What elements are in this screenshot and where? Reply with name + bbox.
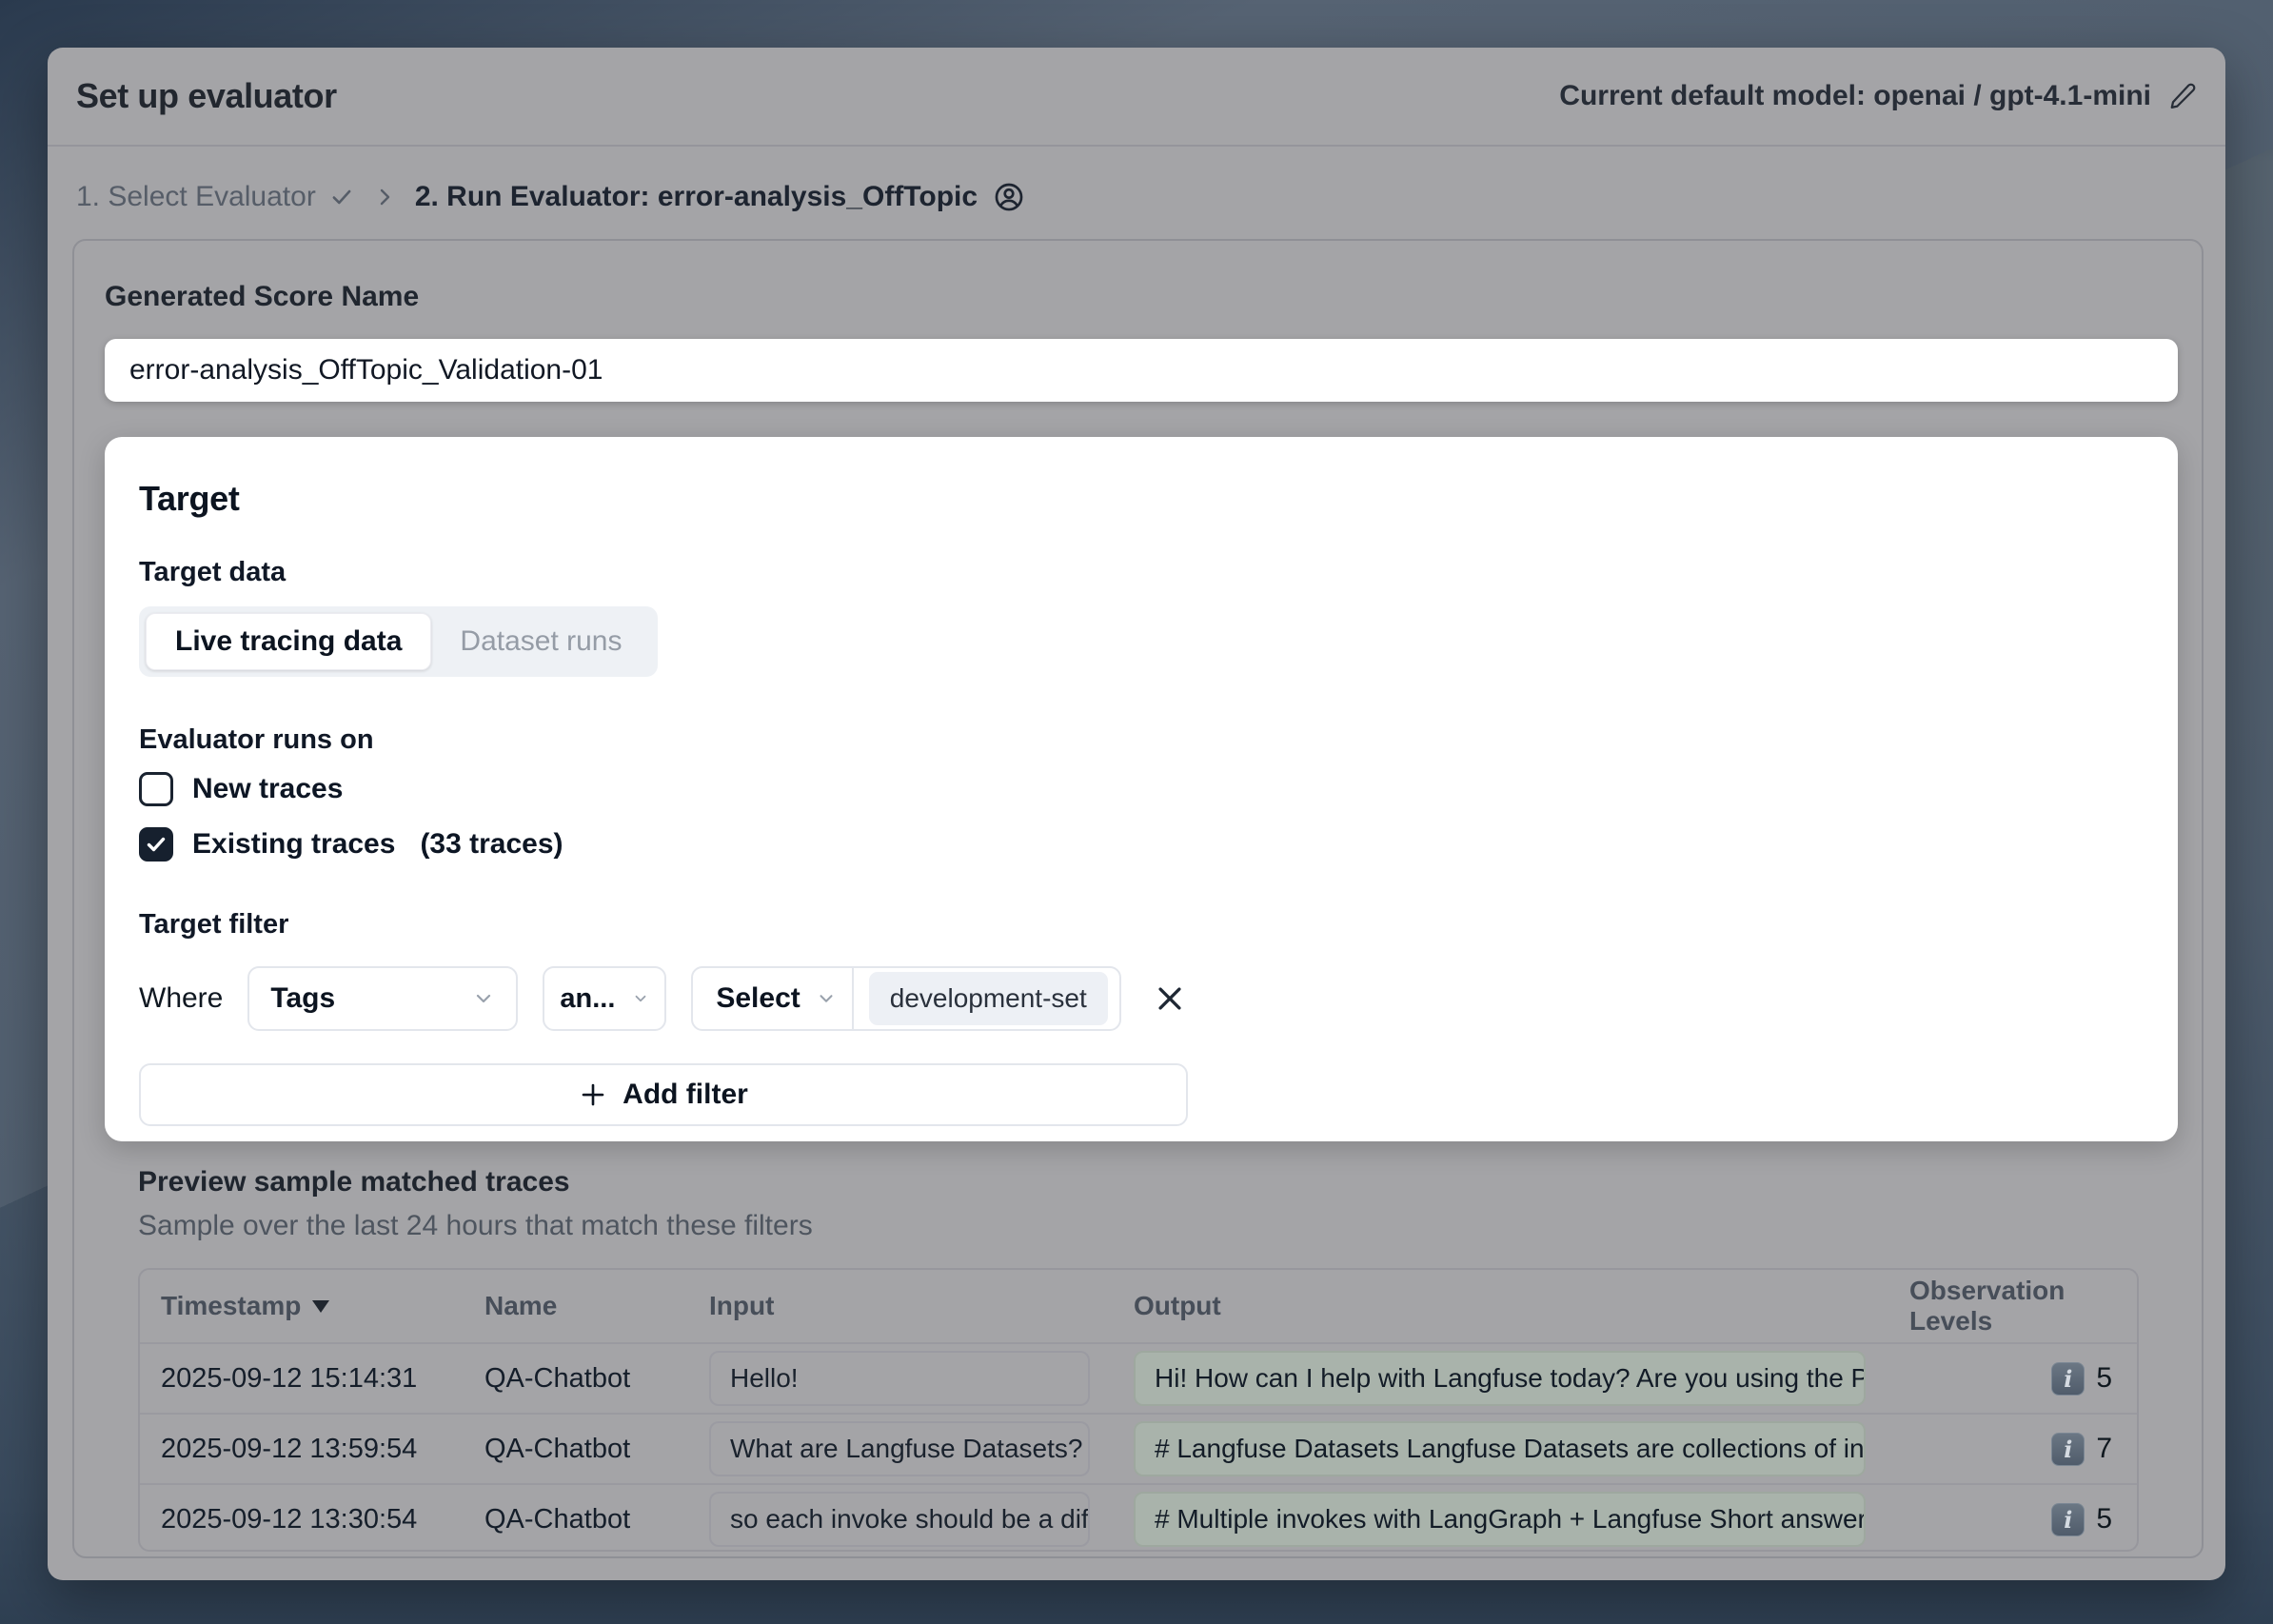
edit-pencil-icon[interactable] (2168, 82, 2197, 110)
observation-level-count: 5 (2096, 1503, 2112, 1535)
chevron-right-icon (373, 186, 396, 208)
dialog-header: Set up evaluator Current default model: … (48, 48, 2225, 147)
timestamp-cell: 2025-09-12 15:14:31 (140, 1363, 464, 1395)
filter-operator-value: an... (560, 983, 615, 1015)
timestamp-cell: 2025-09-12 13:59:54 (140, 1434, 464, 1465)
remove-filter-icon[interactable] (1154, 982, 1186, 1015)
checkbox-unchecked-icon (139, 772, 173, 806)
breadcrumb-step-1-label: 1. Select Evaluator (76, 181, 316, 213)
chevron-down-icon (816, 988, 837, 1009)
table-row: 2025-09-12 13:30:54 QA-Chatbot so each i… (140, 1483, 2137, 1552)
target-filter-label: Target filter (139, 909, 288, 941)
step-complete-check-icon (329, 185, 354, 209)
target-data-label: Target data (139, 557, 286, 588)
observation-level-count: 7 (2096, 1433, 2112, 1465)
breadcrumb-step-run-evaluator: 2. Run Evaluator: error-analysis_OffTopi… (415, 181, 1025, 213)
column-header-observation-levels: Observation Levels (1888, 1276, 2137, 1337)
column-header-input: Input (688, 1291, 1113, 1321)
output-preview: # Multiple invokes with LangGraph + Lang… (1134, 1492, 1866, 1547)
info-level-icon: i (2051, 1433, 2085, 1466)
breadcrumb: 1. Select Evaluator 2. Run Evaluator: er… (48, 147, 2225, 213)
output-preview: Hi! How can I help with Langfuse today? … (1134, 1351, 1866, 1406)
name-cell: QA-Chatbot (464, 1434, 688, 1465)
existing-traces-count: (33 traces) (420, 828, 563, 861)
score-name-input[interactable] (105, 339, 2178, 402)
preview-subtitle: Sample over the last 24 hours that match… (138, 1210, 813, 1242)
column-header-name: Name (464, 1291, 688, 1321)
existing-traces-label: Existing traces (192, 828, 395, 861)
name-cell: QA-Chatbot (464, 1504, 688, 1535)
add-filter-label: Add filter (623, 1079, 748, 1111)
filter-value-placeholder: Select (716, 982, 800, 1015)
plus-icon (579, 1080, 607, 1109)
divider (852, 967, 854, 1030)
input-preview: so each invoke should be a diff... (709, 1492, 1090, 1547)
filter-value-chip[interactable]: development-set (869, 972, 1108, 1025)
breadcrumb-step-2-label: 2. Run Evaluator: error-analysis_OffTopi… (415, 181, 978, 213)
info-level-icon: i (2051, 1362, 2085, 1396)
preview-traces-table: Timestamp Name Input Output Observation … (138, 1268, 2139, 1552)
score-name-label: Generated Score Name (105, 281, 419, 313)
name-cell: QA-Chatbot (464, 1363, 688, 1395)
tab-live-tracing-data[interactable]: Live tracing data (146, 613, 431, 670)
user-circle-icon (993, 181, 1025, 213)
timestamp-header-label: Timestamp (161, 1291, 301, 1321)
default-model-label: Current default model: openai / gpt-4.1-… (1559, 80, 2151, 112)
input-preview: What are Langfuse Datasets? (709, 1421, 1090, 1476)
observation-level-count: 5 (2096, 1362, 2112, 1395)
tab-live-tracing-data-label: Live tracing data (175, 625, 402, 658)
timestamp-cell: 2025-09-12 13:30:54 (140, 1504, 464, 1535)
column-header-timestamp[interactable]: Timestamp (140, 1291, 464, 1321)
default-model: Current default model: openai / gpt-4.1-… (1559, 80, 2197, 112)
target-popover-card: Target Target data Live tracing data Dat… (105, 437, 2178, 1141)
breadcrumb-step-select-evaluator[interactable]: 1. Select Evaluator (76, 181, 354, 213)
add-filter-button[interactable]: Add filter (139, 1063, 1188, 1126)
checkbox-existing-traces[interactable]: Existing traces (33 traces) (139, 827, 563, 862)
table-row: 2025-09-12 15:14:31 QA-Chatbot Hello! Hi… (140, 1342, 2137, 1413)
chevron-down-icon (472, 987, 495, 1010)
app-background: Set up evaluator Current default model: … (0, 0, 2273, 1624)
output-preview: # Langfuse Datasets Langfuse Datasets ar… (1134, 1421, 1866, 1476)
setup-evaluator-dialog: Set up evaluator Current default model: … (48, 48, 2225, 1580)
preview-title: Preview sample matched traces (138, 1166, 570, 1198)
checkbox-new-traces[interactable]: New traces (139, 772, 343, 806)
filter-column-value: Tags (270, 982, 335, 1015)
run-evaluator-panel: Generated Score Name Target Target data … (72, 239, 2204, 1558)
checkbox-checked-icon (139, 827, 173, 862)
target-data-tabs: Live tracing data Dataset runs (139, 606, 658, 677)
table-row: 2025-09-12 13:59:54 QA-Chatbot What are … (140, 1413, 2137, 1483)
tab-dataset-runs[interactable]: Dataset runs (431, 613, 650, 670)
tab-dataset-runs-label: Dataset runs (460, 625, 622, 658)
target-title: Target (139, 479, 240, 519)
evaluator-runs-on-label: Evaluator runs on (139, 724, 374, 756)
new-traces-label: New traces (192, 773, 343, 805)
sort-desc-icon (312, 1300, 329, 1313)
filter-operator-select[interactable]: an... (543, 966, 666, 1031)
where-label: Where (139, 982, 223, 1015)
column-header-output: Output (1113, 1291, 1888, 1321)
filter-column-select[interactable]: Tags (247, 966, 518, 1031)
filter-row: Where Tags an... Select development-set (139, 966, 1186, 1031)
table-header-row: Timestamp Name Input Output Observation … (140, 1270, 2137, 1342)
chevron-down-icon (632, 990, 649, 1007)
page-title: Set up evaluator (76, 76, 337, 116)
input-preview: Hello! (709, 1351, 1090, 1406)
info-level-icon: i (2051, 1503, 2085, 1536)
filter-value-select[interactable]: Select development-set (691, 966, 1120, 1031)
